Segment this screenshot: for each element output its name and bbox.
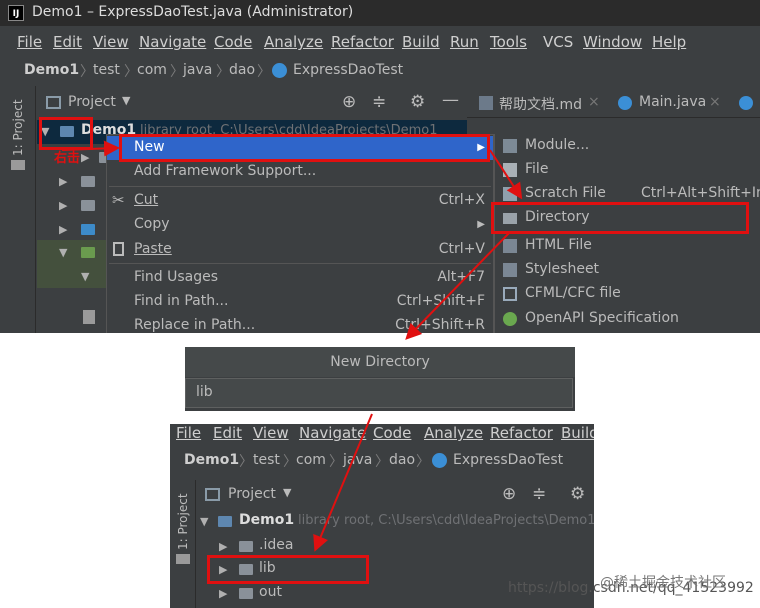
arrow-to-directory xyxy=(489,149,523,200)
annotation-arrows xyxy=(61,140,523,552)
juejin-watermark: @稀土掘金技术社区 xyxy=(600,575,726,591)
arrow-to-lib xyxy=(313,413,373,552)
arrow-to-dialog xyxy=(405,231,511,340)
arrow-to-new xyxy=(61,140,120,157)
